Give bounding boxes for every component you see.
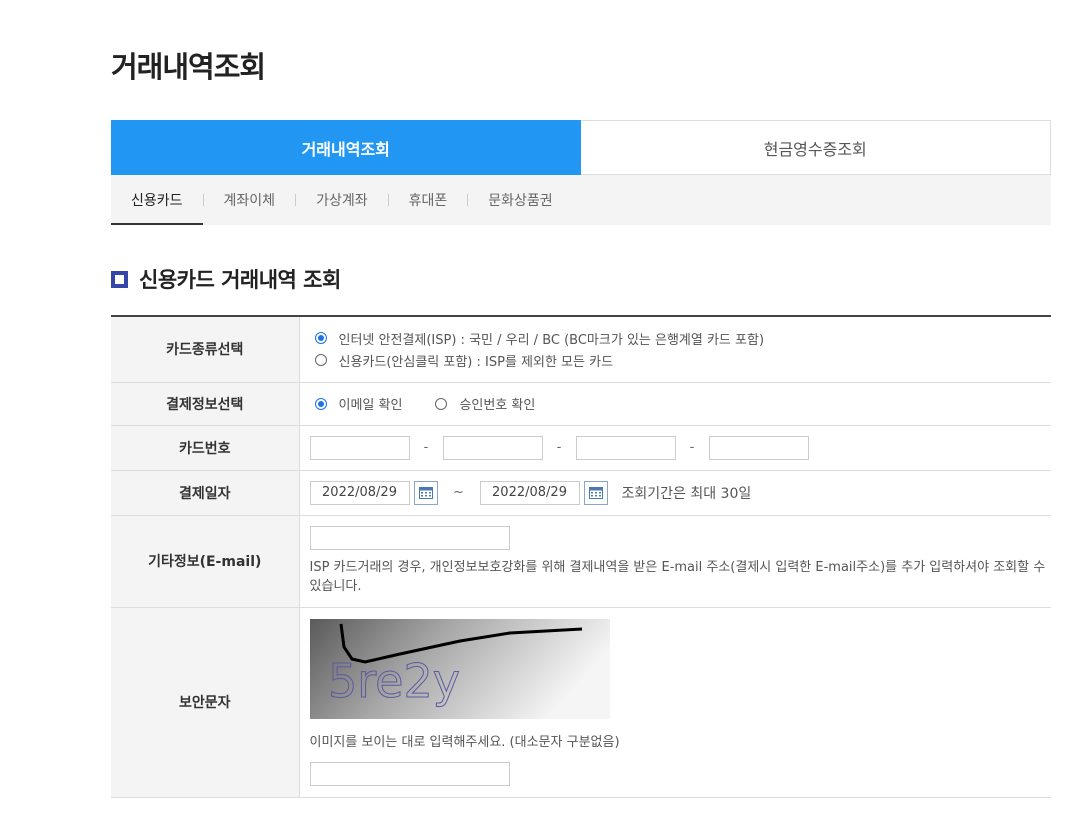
payment-date-label: 결제일자 <box>111 470 300 516</box>
card-number-field-4[interactable] <box>708 435 809 460</box>
card-number-field-1[interactable] <box>309 435 410 460</box>
tab-transaction-history[interactable]: 거래내역조회 <box>111 120 581 175</box>
row-payment-date: 결제일자 ~ <box>111 470 1051 516</box>
payment-info-label: 결제정보선택 <box>111 382 300 426</box>
subtab-mobile[interactable]: 휴대폰 <box>389 175 468 225</box>
card-number-label: 카드번호 <box>111 425 300 471</box>
subtab-bank-transfer[interactable]: 계좌이체 <box>204 175 296 225</box>
section-heading: 신용카드 거래내역 조회 <box>111 264 341 294</box>
date-range-separator: ~ <box>453 485 464 500</box>
row-card-number: 카드번호 - - - <box>111 425 1051 471</box>
card-number-separator: - <box>423 440 429 455</box>
card-type-label: 카드종류선택 <box>111 316 300 383</box>
radio-isp-label: 인터넷 안전결제(ISP) : 국민 / 우리 / BC (BC마크가 있는 은… <box>338 332 765 348</box>
radio-approval-label: 승인번호 확인 <box>459 398 536 413</box>
email-input[interactable] <box>309 526 510 550</box>
radio-approval-number[interactable] <box>435 397 448 410</box>
row-card-type: 카드종류선택 인터넷 안전결제(ISP) : 국민 / 우리 / BC (BC마… <box>111 316 1052 383</box>
end-date-input[interactable] <box>479 480 580 505</box>
square-bullet-icon <box>111 270 128 288</box>
end-date-calendar-icon[interactable] <box>583 480 608 505</box>
subtab-virtual-account[interactable]: 가상계좌 <box>296 175 388 225</box>
security-code-label: 보안문자 <box>111 607 300 798</box>
page-title: 거래내역조회 <box>111 50 266 84</box>
subtab-credit-card[interactable]: 신용카드 <box>111 175 203 225</box>
card-number-separator: - <box>689 440 695 455</box>
card-type-option-isp[interactable]: 인터넷 안전결제(ISP) : 국민 / 우리 / BC (BC마크가 있는 은… <box>310 327 1052 349</box>
date-range-note: 조회기간은 최대 30일 <box>621 485 752 502</box>
captcha-text: 5re2y <box>328 654 460 708</box>
main-tabs: 거래내역조회 현금영수증조회 <box>111 120 1051 175</box>
start-date-calendar-icon[interactable] <box>413 480 438 505</box>
row-payment-info: 결제정보선택 이메일 확인 승인번호 확인 <box>111 382 1051 426</box>
card-type-option-credit[interactable]: 신용카드(안심클릭 포함) : ISP를 제외한 모든 카드 <box>310 349 1052 371</box>
email-help-text: ISP 카드거래의 경우, 개인정보보호강화를 위해 결제내역을 받은 E-ma… <box>309 560 1046 594</box>
captcha-input[interactable] <box>309 761 510 786</box>
card-number-separator: - <box>556 440 562 455</box>
extra-info-label: 기타정보(E-mail) <box>111 515 300 608</box>
subtab-culture-gift-card[interactable]: 문화상품권 <box>468 175 572 225</box>
section-title: 신용카드 거래내역 조회 <box>139 268 341 292</box>
payment-info-option-email[interactable]: 이메일 확인 <box>310 394 403 413</box>
tab-cash-receipt[interactable]: 현금영수증조회 <box>580 120 1051 175</box>
sub-tabs: 신용카드 계좌이체 가상계좌 휴대폰 문화상품권 <box>111 175 1051 225</box>
start-date-input[interactable] <box>309 480 410 505</box>
radio-email-label: 이메일 확인 <box>338 398 403 413</box>
row-extra-info: 기타정보(E-mail) ISP 카드거래의 경우, 개인정보보호강화를 위해 … <box>111 515 1051 608</box>
row-security-code: 보안문자 5re2y 이미지를 보이는 대로 입력해주세요. (대소문자 구분없… <box>111 607 1051 798</box>
captcha-help-text: 이미지를 보이는 대로 입력해주세요. (대소문자 구분없음) <box>309 734 620 750</box>
radio-email[interactable] <box>314 397 327 410</box>
captcha-image: 5re2y <box>309 618 610 719</box>
card-number-field-2[interactable] <box>442 435 543 460</box>
card-number-field-3[interactable] <box>575 435 676 460</box>
radio-credit-card[interactable] <box>314 354 327 367</box>
radio-isp[interactable] <box>314 332 327 345</box>
search-form-table: 카드종류선택 인터넷 안전결제(ISP) : 국민 / 우리 / BC (BC마… <box>111 315 1051 798</box>
payment-info-option-approval[interactable]: 승인번호 확인 <box>430 394 535 413</box>
radio-credit-card-label: 신용카드(안심클릭 포함) : ISP를 제외한 모든 카드 <box>338 354 614 370</box>
